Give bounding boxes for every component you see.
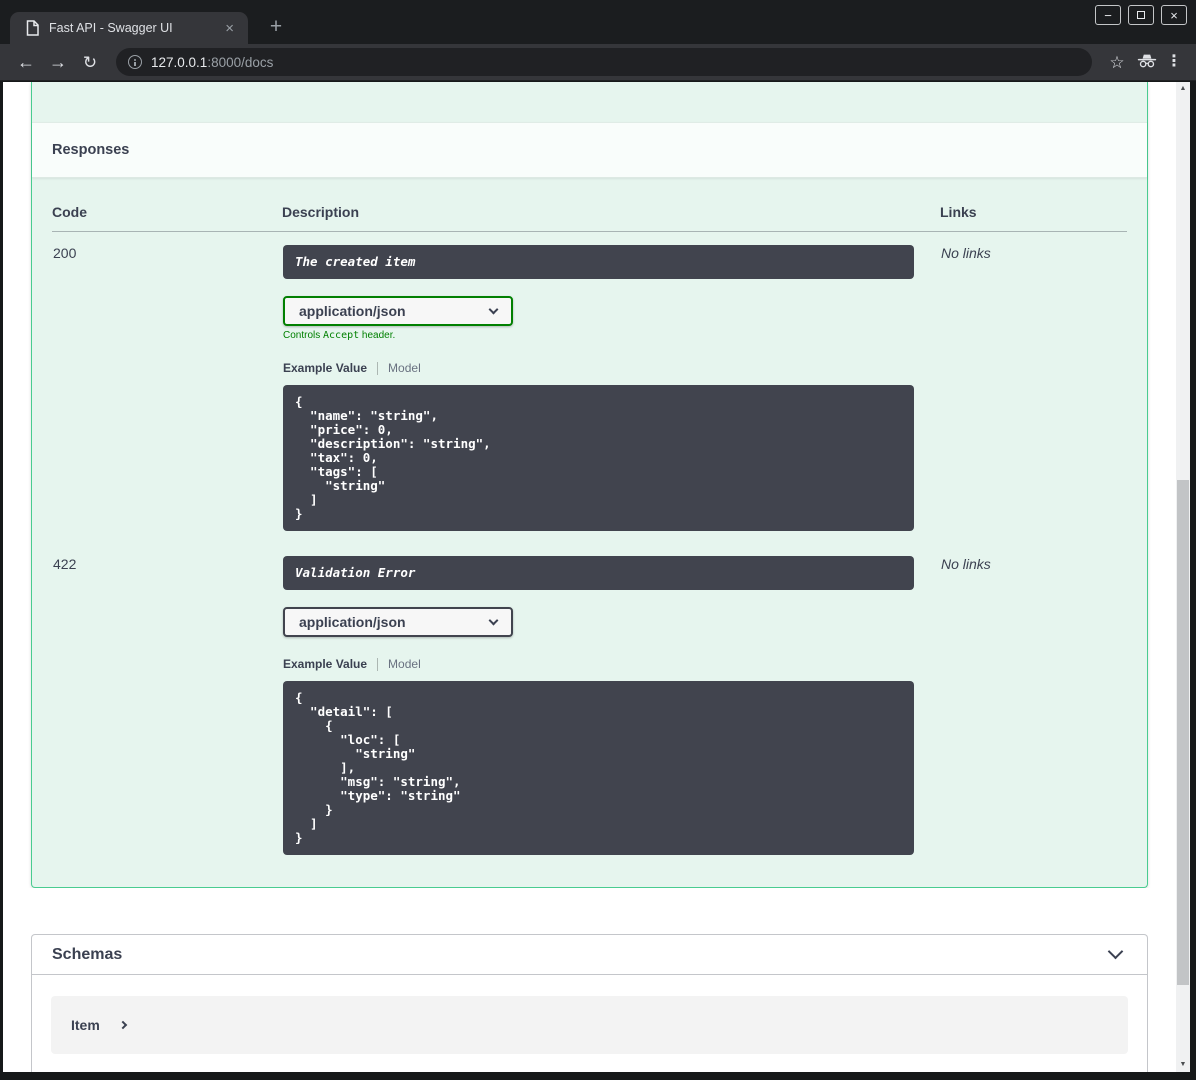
tab-example-value[interactable]: Example Value: [283, 361, 367, 375]
browser-toolbar: ← → ↻ 127.0.0.1:8000/docs ☆ ⋮: [0, 44, 1196, 81]
document-icon: [26, 20, 39, 36]
tab-model[interactable]: Model: [388, 361, 421, 375]
links-value: No links: [941, 245, 991, 261]
chevron-down-icon[interactable]: [1107, 943, 1124, 959]
post-operation-block: Responses Code Description Links 200 The…: [31, 82, 1148, 888]
responses-section-header: Responses: [32, 122, 1147, 178]
maximize-icon: [1137, 11, 1145, 19]
example-json-block: { "detail": [ { "loc": [ "string" ], "ms…: [283, 681, 914, 855]
media-type-select[interactable]: application/json: [283, 296, 513, 326]
url-host: 127.0.0.1: [151, 54, 208, 70]
tab-example-value[interactable]: Example Value: [283, 657, 367, 671]
maximize-button[interactable]: [1128, 5, 1154, 25]
address-bar[interactable]: 127.0.0.1:8000/docs: [116, 48, 1092, 76]
scroll-down-icon[interactable]: ▼: [1176, 1058, 1190, 1072]
chevron-down-icon: [488, 615, 499, 625]
tab-separator: [377, 361, 379, 375]
url-text[interactable]: 127.0.0.1:8000/docs: [151, 55, 273, 70]
close-icon: ×: [1170, 7, 1178, 23]
incognito-icon: [1132, 53, 1162, 71]
back-button[interactable]: ←: [10, 53, 42, 71]
new-tab-button[interactable]: +: [262, 13, 290, 41]
example-json-block: { "name": "string", "price": 0, "descrip…: [283, 385, 914, 531]
window-controls: − ×: [1095, 5, 1187, 25]
tab-close-icon[interactable]: ×: [221, 20, 238, 37]
tab-title: Fast API - Swagger UI: [49, 21, 173, 35]
section-gap: [3, 888, 1176, 934]
minimize-button[interactable]: −: [1095, 5, 1121, 25]
swagger-page: Responses Code Description Links 200 The…: [3, 82, 1176, 1072]
operation-spacer: [32, 82, 1147, 122]
url-path: :8000/docs: [207, 54, 274, 70]
model-item[interactable]: Item: [51, 996, 1128, 1054]
model-name: Item: [71, 1017, 100, 1033]
window-titlebar: Fast API - Swagger UI × + − ×: [0, 0, 1196, 44]
site-info-icon[interactable]: [128, 55, 142, 69]
example-model-tabs: Example Value Model: [283, 361, 939, 375]
schemas-section: Schemas Item ValidationError: [31, 934, 1148, 1072]
scroll-up-icon[interactable]: ▲: [1176, 82, 1190, 96]
response-row-422: 422 Validation Error application/json Ex…: [52, 544, 1127, 868]
accept-header-note: Controls Accept header.: [283, 330, 939, 341]
response-code: 200: [53, 245, 77, 261]
links-value: No links: [941, 556, 991, 572]
response-description: The created item: [283, 245, 914, 279]
bookmark-star-icon[interactable]: ☆: [1102, 54, 1132, 71]
responses-title: Responses: [52, 142, 130, 158]
media-type-select[interactable]: application/json: [283, 607, 513, 637]
forward-button[interactable]: →: [42, 53, 74, 71]
browser-menu-icon[interactable]: ⋮: [1162, 54, 1186, 70]
response-code: 422: [53, 556, 77, 572]
column-header-code: Code: [52, 204, 282, 232]
chevron-down-icon: [488, 304, 499, 314]
note-text: header.: [359, 330, 396, 341]
media-type-value: application/json: [299, 614, 406, 630]
column-header-links: Links: [940, 204, 1127, 232]
schemas-header[interactable]: Schemas: [32, 935, 1147, 975]
responses-table: Code Description Links 200 The created i…: [52, 204, 1127, 868]
browser-tab[interactable]: Fast API - Swagger UI ×: [10, 12, 248, 44]
schemas-title: Schemas: [52, 945, 123, 963]
column-header-description: Description: [282, 204, 940, 232]
tab-separator: [377, 657, 379, 671]
minimize-icon: −: [1104, 7, 1112, 23]
response-row-200: 200 The created item application/json Co…: [52, 232, 1127, 545]
browser-window: Fast API - Swagger UI × + − × ← → ↻ 127.…: [0, 0, 1196, 1080]
page-scrollbar[interactable]: ▲ ▼: [1176, 82, 1190, 1072]
note-accept: Accept: [323, 330, 360, 341]
chevron-right-icon: [118, 1020, 128, 1030]
media-type-value: application/json: [299, 303, 406, 319]
tab-model[interactable]: Model: [388, 657, 421, 671]
responses-table-wrapper: Code Description Links 200 The created i…: [32, 178, 1147, 887]
scrollbar-thumb[interactable]: [1177, 480, 1189, 985]
response-description: Validation Error: [283, 556, 914, 590]
reload-button[interactable]: ↻: [74, 54, 106, 71]
close-button[interactable]: ×: [1161, 5, 1187, 25]
example-model-tabs: Example Value Model: [283, 657, 939, 671]
note-text: Controls: [283, 330, 324, 341]
page-content: Responses Code Description Links 200 The…: [3, 82, 1190, 1072]
